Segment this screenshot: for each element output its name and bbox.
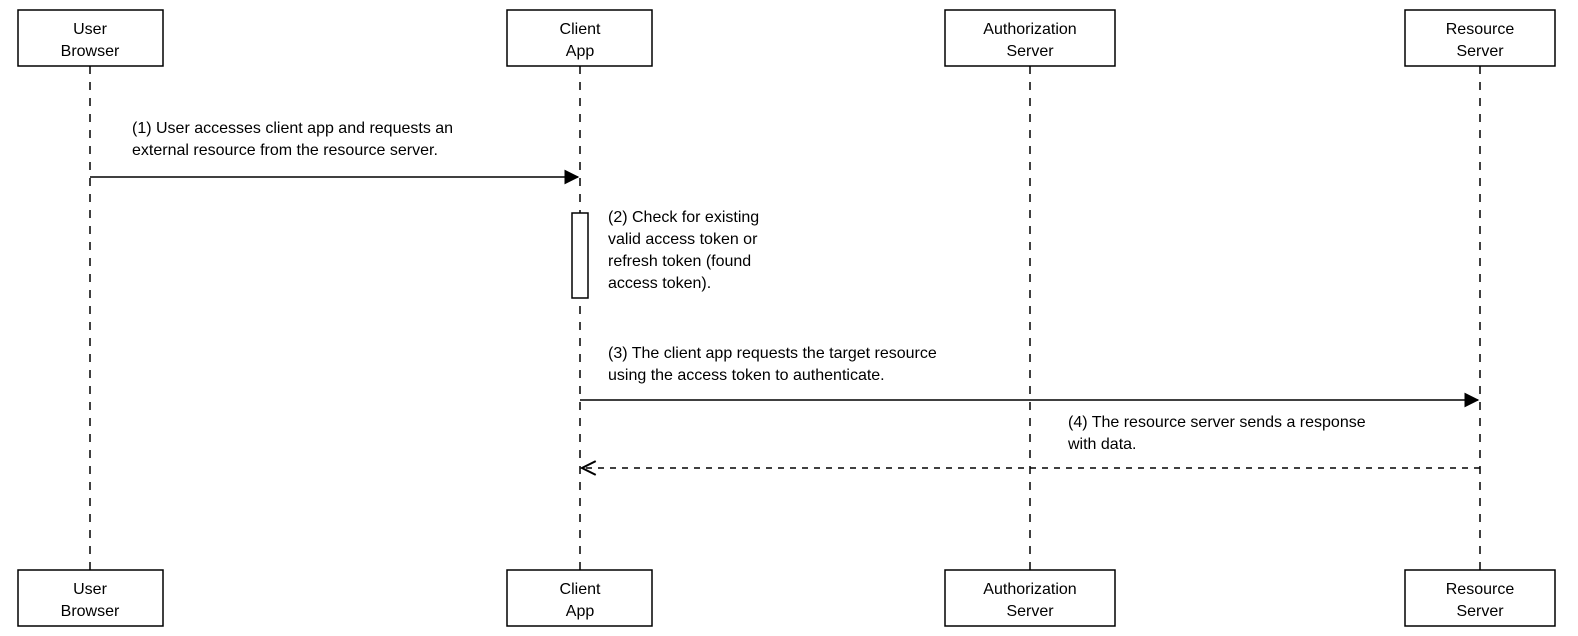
participant-label: User <box>73 21 107 38</box>
participant-top-client: Client App <box>507 10 652 66</box>
message-text: (4) The resource server sends a response <box>1068 414 1366 431</box>
participant-label: Resource <box>1446 21 1515 38</box>
participant-label: Client <box>560 581 601 598</box>
participant-bottom-res: Resource Server <box>1405 570 1555 626</box>
message-3: (3) The client app requests the target r… <box>580 345 1478 400</box>
participant-label: Authorization <box>983 21 1076 38</box>
participant-label: Server <box>1006 603 1054 620</box>
message-2: (2) Check for existing valid access toke… <box>572 209 759 298</box>
participant-top-authz: Authorization Server <box>945 10 1115 66</box>
participant-label: Server <box>1456 43 1504 60</box>
sequence-diagram: User Browser Client App Authorization Se… <box>0 0 1578 636</box>
message-text: access token). <box>608 275 711 292</box>
participant-bottom-client: Client App <box>507 570 652 626</box>
message-text: (2) Check for existing <box>608 209 759 226</box>
participant-label: App <box>566 603 595 620</box>
participant-bottom-authz: Authorization Server <box>945 570 1115 626</box>
participant-label: Client <box>560 21 601 38</box>
message-1: (1) User accesses client app and request… <box>90 120 578 177</box>
message-text: (1) User accesses client app and request… <box>132 120 453 137</box>
message-text: with data. <box>1067 436 1136 453</box>
participant-label: Authorization <box>983 581 1076 598</box>
message-4: (4) The resource server sends a response… <box>582 414 1480 468</box>
participant-label: Server <box>1006 43 1054 60</box>
participant-label: Browser <box>61 43 120 60</box>
message-text: (3) The client app requests the target r… <box>608 345 937 362</box>
activation-bar <box>572 213 588 298</box>
participant-label: Browser <box>61 603 120 620</box>
participant-label: Resource <box>1446 581 1515 598</box>
participant-top-user: User Browser <box>18 10 163 66</box>
message-text: external resource from the resource serv… <box>132 142 438 159</box>
participant-label: App <box>566 43 595 60</box>
participant-top-res: Resource Server <box>1405 10 1555 66</box>
message-text: using the access token to authenticate. <box>608 367 885 384</box>
participant-bottom-user: User Browser <box>18 570 163 626</box>
participant-label: Server <box>1456 603 1504 620</box>
message-text: valid access token or <box>608 231 758 248</box>
message-text: refresh token (found <box>608 253 751 270</box>
participant-label: User <box>73 581 107 598</box>
